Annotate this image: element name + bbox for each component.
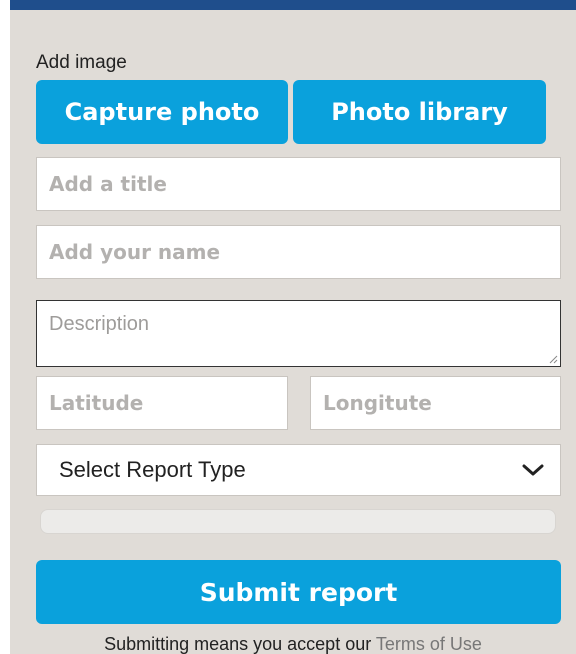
report-form-panel: Add image Capture photo Photo library Se…	[10, 0, 576, 654]
report-type-select[interactable]: Select Report Type	[36, 444, 561, 496]
capture-photo-button[interactable]: Capture photo	[36, 80, 288, 144]
report-type-selected-value: Select Report Type	[59, 457, 246, 482]
submit-report-button[interactable]: Submit report	[36, 560, 561, 624]
add-image-label: Add image	[36, 52, 127, 73]
terms-of-use-link[interactable]: Terms of Use	[376, 634, 482, 654]
terms-notice: Submitting means you accept our Terms of…	[10, 634, 576, 654]
resize-grip-icon[interactable]	[548, 354, 558, 364]
description-textarea[interactable]	[37, 301, 560, 366]
chevron-down-icon	[522, 464, 544, 476]
terms-notice-text: Submitting means you accept our	[104, 634, 376, 654]
upload-progress-bar	[40, 509, 556, 534]
longitude-input[interactable]	[310, 376, 561, 430]
photo-library-button[interactable]: Photo library	[293, 80, 546, 144]
title-input[interactable]	[36, 157, 561, 211]
name-input[interactable]	[36, 225, 561, 279]
latitude-input[interactable]	[36, 376, 288, 430]
description-field	[36, 300, 561, 367]
header-bar	[10, 0, 576, 10]
